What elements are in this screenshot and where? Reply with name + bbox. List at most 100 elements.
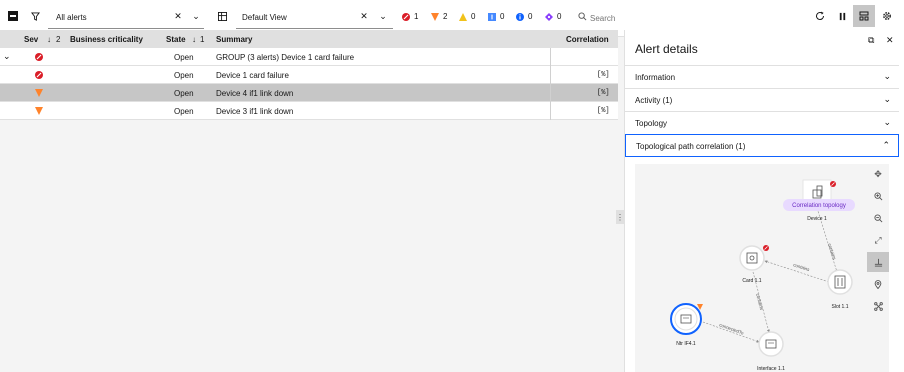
information-icon xyxy=(516,12,524,21)
filter-select-underline xyxy=(48,28,204,29)
col-header-state[interactable]: State xyxy=(166,35,186,44)
state-sort-order: 1 xyxy=(200,35,205,44)
fit-to-screen-icon[interactable]: ⤢ xyxy=(867,230,889,250)
clear-filter-icon[interactable]: ✕ xyxy=(171,9,185,23)
settings-gear-icon[interactable] xyxy=(880,9,894,23)
col-header-sev[interactable]: Sev xyxy=(24,35,38,44)
location-pin-icon[interactable] xyxy=(867,274,889,294)
select-all-checkbox[interactable] xyxy=(6,9,20,23)
section-label: Topological path correlation (1) xyxy=(636,142,746,151)
node-label: Card 1.1 xyxy=(742,278,761,284)
correlation-icon[interactable]: [%] xyxy=(597,107,610,115)
critical-count[interactable]: 1 xyxy=(402,12,418,21)
row-state: Open xyxy=(174,89,194,98)
major-icon xyxy=(35,89,43,97)
col-header-business-criticality[interactable]: Business criticality xyxy=(70,35,143,44)
edge-ntr-interface xyxy=(702,321,760,343)
section-label: Information xyxy=(635,73,676,82)
major-icon xyxy=(431,12,439,21)
edge-label: connectedTo xyxy=(719,322,745,336)
section-label: Topology xyxy=(635,119,668,128)
card-node[interactable] xyxy=(739,245,769,271)
warning-icon xyxy=(488,12,496,21)
filter-icon[interactable] xyxy=(28,9,42,23)
filter-chevron-down-icon[interactable]: ⌄ xyxy=(189,9,203,23)
panel-resize-handle[interactable]: ⋮ xyxy=(616,210,624,224)
correlation-icon[interactable]: [%] xyxy=(597,71,610,79)
row-summary: GROUP (3 alerts) Device 1 card failure xyxy=(216,53,355,62)
view-select-underline xyxy=(236,28,393,29)
edge-label: contains xyxy=(827,243,837,261)
critical-icon xyxy=(35,53,43,61)
table-row[interactable]: Open Device 1 card failure [%] xyxy=(0,66,618,84)
warning-count[interactable]: 0 xyxy=(488,12,504,21)
row-summary: Device 1 card failure xyxy=(216,71,289,80)
table-row[interactable]: Open Device 3 if1 link down [%] xyxy=(0,102,618,120)
sev-sort-order: 2 xyxy=(56,35,61,44)
column-divider xyxy=(550,84,551,102)
alert-details-panel: ⧉ ✕ Alert details Information ⌄ Activity… xyxy=(624,30,904,372)
minor-icon xyxy=(459,12,467,21)
major-count[interactable]: 2 xyxy=(431,12,447,21)
table-row[interactable]: ⌄ Open GROUP (3 alerts) Device 1 card fa… xyxy=(0,48,618,66)
indeterminate-icon xyxy=(545,12,553,21)
chevron-down-icon: ⌄ xyxy=(883,71,891,81)
node-label: Slot 1.1 xyxy=(832,304,849,310)
section-information[interactable]: Information ⌄ xyxy=(625,65,899,88)
table-row[interactable]: Open Device 4 if1 link down [%] xyxy=(0,84,618,102)
row-state: Open xyxy=(174,71,194,80)
col-header-correlation[interactable]: Correlation xyxy=(566,35,609,44)
column-divider xyxy=(550,102,551,120)
search-input[interactable] xyxy=(590,11,800,25)
topology-view-icon[interactable] xyxy=(853,5,875,27)
section-label: Activity (1) xyxy=(635,96,673,105)
details-title: Alert details xyxy=(635,42,698,56)
sort-down-icon: ↓ xyxy=(192,35,196,44)
section-activity[interactable]: Activity (1) ⌄ xyxy=(625,88,899,111)
row-summary: Device 4 if1 link down xyxy=(216,89,294,98)
minor-count[interactable]: 0 xyxy=(459,12,475,21)
col-header-summary[interactable]: Summary xyxy=(216,35,252,44)
popout-icon[interactable]: ⧉ xyxy=(868,35,874,46)
view-table-icon[interactable] xyxy=(215,9,229,23)
critical-icon xyxy=(35,71,43,79)
correlation-icon[interactable]: [%] xyxy=(597,89,610,97)
pause-icon[interactable] xyxy=(835,9,849,23)
section-topology[interactable]: Topology ⌄ xyxy=(625,111,899,134)
chevron-down-icon: ⌄ xyxy=(883,117,891,127)
layout-hierarchy-icon[interactable] xyxy=(867,252,889,272)
sort-down-icon: ↓ xyxy=(47,35,51,44)
node-label: Ntr IF4.1 xyxy=(676,341,696,347)
row-state: Open xyxy=(174,53,194,62)
chevron-up-icon: ⌃ xyxy=(882,140,890,150)
ntr-interface-node[interactable] xyxy=(670,303,703,335)
tooltip-text: Correlation topology xyxy=(792,203,846,209)
major-icon xyxy=(35,107,43,115)
grid-header-row: Sev ↓ 2 Business criticality State ↓ 1 S… xyxy=(0,30,618,48)
zoom-in-icon[interactable] xyxy=(867,186,889,206)
chevron-down-icon: ⌄ xyxy=(883,94,891,104)
interface-node[interactable] xyxy=(758,331,784,357)
node-label: Interface 1.1 xyxy=(757,366,785,372)
view-select-value[interactable]: Default View xyxy=(242,13,287,22)
edge-label: contains xyxy=(755,293,764,311)
column-divider xyxy=(550,66,551,84)
section-topological-path-correlation[interactable]: Topological path correlation (1) ⌃ xyxy=(625,134,899,157)
topology-canvas[interactable]: contains contains contains connectedTo C… xyxy=(635,164,889,372)
indeterminate-count[interactable]: 0 xyxy=(545,12,561,21)
search-icon xyxy=(575,9,589,23)
information-count[interactable]: 0 xyxy=(516,12,532,21)
close-icon[interactable]: ✕ xyxy=(886,35,894,46)
network-icon[interactable] xyxy=(867,296,889,316)
filter-select-value[interactable]: All alerts xyxy=(56,13,87,22)
node-label: Device 1 xyxy=(807,216,827,222)
clear-view-icon[interactable]: ✕ xyxy=(357,9,371,23)
critical-icon xyxy=(402,12,410,21)
view-chevron-down-icon[interactable]: ⌄ xyxy=(376,9,390,23)
chevron-down-icon[interactable]: ⌄ xyxy=(3,51,11,62)
slot-node[interactable] xyxy=(827,269,853,295)
pan-icon[interactable]: ✥ xyxy=(867,164,889,184)
zoom-out-icon[interactable] xyxy=(867,208,889,228)
alerts-grid: Sev ↓ 2 Business criticality State ↓ 1 S… xyxy=(0,30,618,120)
refresh-icon[interactable] xyxy=(813,9,827,23)
